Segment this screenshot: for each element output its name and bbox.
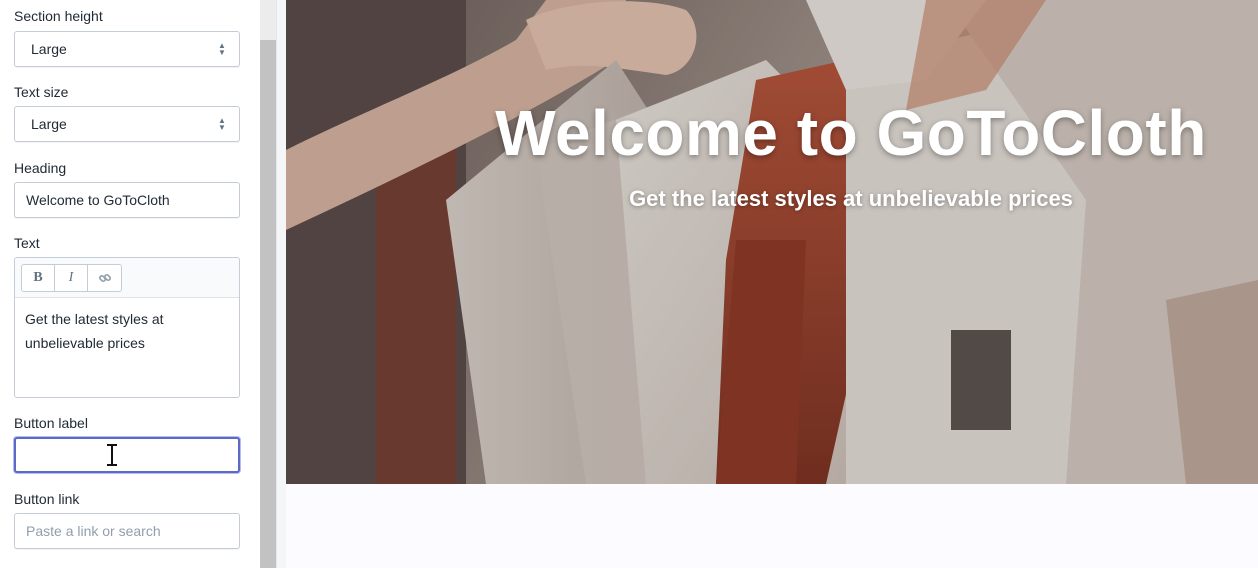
select-arrows-icon: ▲ ▼ bbox=[218, 116, 226, 132]
text-cursor-icon bbox=[107, 443, 117, 467]
link-button[interactable] bbox=[88, 265, 121, 291]
editor-content[interactable]: Get the latest styles at unbelievable pr… bbox=[15, 298, 205, 364]
section-height-select[interactable]: Large ▲ ▼ bbox=[14, 31, 240, 67]
preview-below-hero bbox=[286, 484, 1258, 568]
store-preview: Welcome to GoToCloth Get the latest styl… bbox=[286, 0, 1258, 568]
panel-divider bbox=[276, 0, 286, 568]
button-link-input[interactable]: Paste a link or search bbox=[14, 513, 240, 549]
hero-banner: Welcome to GoToCloth Get the latest styl… bbox=[286, 0, 1258, 484]
button-link-label: Button link bbox=[14, 491, 80, 507]
button-label-label: Button label bbox=[14, 415, 88, 431]
text-size-select[interactable]: Large ▲ ▼ bbox=[14, 106, 240, 142]
hero-subheading: Get the latest styles at unbelievable pr… bbox=[629, 186, 1073, 211]
link-icon bbox=[98, 273, 111, 283]
settings-sidebar: Section height Large ▲ ▼ Text size Large … bbox=[0, 0, 260, 568]
heading-input-value: Welcome to GoToCloth bbox=[26, 192, 170, 208]
select-arrows-icon: ▲ ▼ bbox=[218, 41, 226, 57]
rich-text-editor: B I Get the latest styles at unbelievabl… bbox=[14, 257, 240, 398]
heading-label: Heading bbox=[14, 160, 67, 176]
format-button-group: B I bbox=[21, 264, 122, 292]
heading-input[interactable]: Welcome to GoToCloth bbox=[14, 182, 240, 218]
text-label: Text bbox=[14, 235, 40, 251]
italic-button[interactable]: I bbox=[55, 265, 88, 291]
sidebar-scrollbar-thumb[interactable] bbox=[260, 40, 276, 568]
editor-toolbar: B I bbox=[15, 258, 239, 298]
text-size-value: Large bbox=[31, 116, 67, 132]
bold-button[interactable]: B bbox=[22, 265, 55, 291]
section-height-label: Section height bbox=[14, 8, 103, 24]
button-link-placeholder: Paste a link or search bbox=[26, 523, 161, 539]
hero-heading: Welcome to GoToCloth bbox=[495, 97, 1207, 169]
hero-overlay bbox=[286, 0, 1258, 484]
text-size-label: Text size bbox=[14, 84, 69, 100]
button-label-input[interactable] bbox=[14, 437, 240, 473]
section-height-value: Large bbox=[31, 41, 67, 57]
